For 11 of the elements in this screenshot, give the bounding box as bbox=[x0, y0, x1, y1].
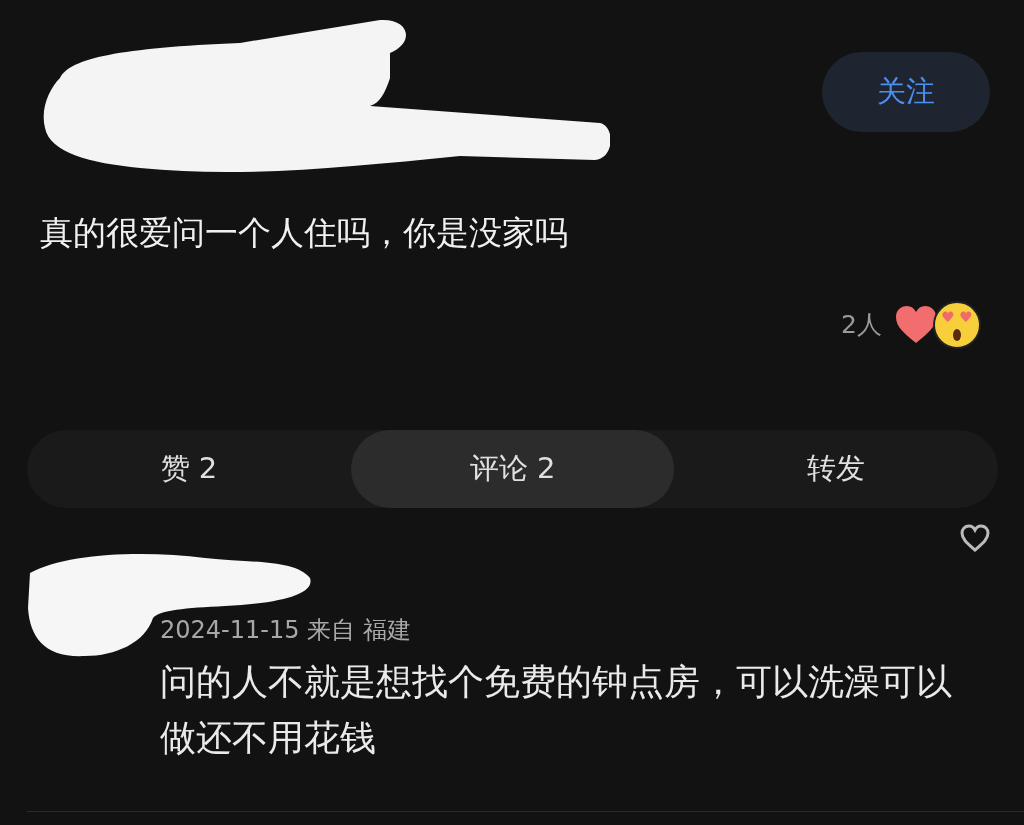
reaction-count: 2人 bbox=[841, 308, 882, 341]
like-icon[interactable] bbox=[960, 524, 990, 552]
action-tab[interactable]: 赞 2 bbox=[27, 430, 351, 508]
heart-eyes-emoji-icon bbox=[932, 299, 982, 350]
comment-text: 问的人不就是想找个免费的钟点房，可以洗澡可以做还不用花钱 bbox=[160, 660, 953, 760]
heart-icon bbox=[894, 304, 938, 345]
comment-meta: 2024-11-15 来自 福建 bbox=[160, 615, 412, 646]
follow-button[interactable]: 关注 bbox=[822, 52, 990, 132]
action-tab[interactable]: 评论 2 bbox=[350, 430, 675, 508]
action-tab[interactable]: 转发 bbox=[674, 430, 998, 508]
post-text: 真的很爱问一个人住吗，你是没家吗 bbox=[40, 212, 569, 254]
